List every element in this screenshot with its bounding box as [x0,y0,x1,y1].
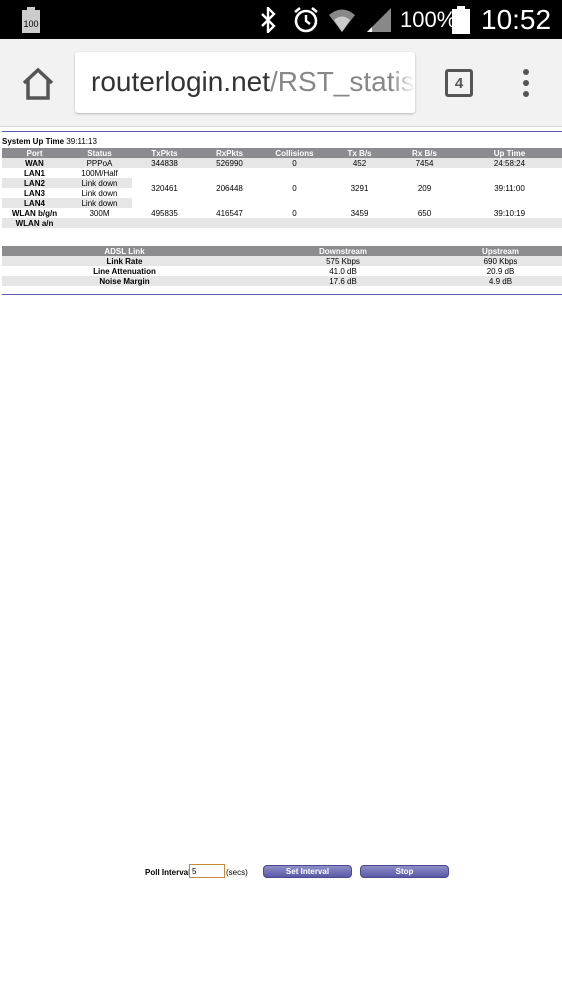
poll-interval-label: Poll Interval: [145,868,194,877]
collisions-cell: 0 [262,158,327,168]
poll-interval-unit: (secs) [226,868,248,877]
battery-icon [452,0,470,39]
bluetooth-icon [258,0,278,39]
col-header: TxPkts [132,148,197,158]
col-header: Downstream [247,246,439,256]
port-cell: LAN1 [2,168,67,178]
uptime-cell: 39:10:19 [457,208,562,218]
rxbs-cell: 650 [392,208,457,218]
cell-signal-icon [366,0,392,39]
clock-time: 10:52 [481,3,552,35]
divider-bottom [2,294,562,295]
txbs-cell: 452 [327,158,392,168]
table-row-wlan-bgn: WLAN b/g/n 300M 495835 416547 0 3459 650… [2,208,562,218]
txbs-cell: 3459 [327,208,392,218]
status-cell: 300M [67,208,132,218]
port-statistics-table: Port Status TxPkts RxPkts Collisions Tx … [2,148,562,228]
set-interval-button[interactable]: Set Interval [263,865,352,878]
table-row-link-rate: Link Rate 575 Kbps 690 Kbps [2,256,562,266]
txpkts-cell: 495835 [132,208,197,218]
status-bar: 100 100% 10:52 [0,0,562,39]
uptime-cell: 24:58:24 [457,158,562,168]
txbs-cell: 3291 [327,168,392,208]
upstream-cell: 4.9 dB [439,276,562,286]
divider-top [2,131,562,132]
upstream-cell: 690 Kbps [439,256,562,266]
battery-notification-text: 100 [23,19,38,29]
col-header: Upstream [439,246,562,256]
col-header: Collisions [262,148,327,158]
table-header-row: ADSL Link Downstream Upstream [2,246,562,256]
system-uptime: System Up Time 39:11:13 [2,137,97,146]
rxbs-cell: 209 [392,168,457,208]
port-cell: WLAN b/g/n [2,208,67,218]
overflow-menu-icon[interactable] [518,69,534,99]
rxpkts-cell: 526990 [197,158,262,168]
col-header: RxPkts [197,148,262,158]
alarm-clock-icon [292,0,320,39]
port-cell: WAN [2,158,67,168]
browser-toolbar: routerlogin.net/RST_statis 4 [0,39,562,127]
table-row-wlan-an: WLAN a/n [2,218,562,228]
status-cell: Link down [67,188,132,198]
rxpkts-cell: 416547 [197,208,262,218]
status-cell: PPPoA [67,158,132,168]
col-header: Port [2,148,67,158]
table-row-noise-margin: Noise Margin 17.6 dB 4.9 dB [2,276,562,286]
uptime-label: System Up Time [2,137,65,146]
txpkts-cell: 320461 [132,168,197,208]
table-header-row: Port Status TxPkts RxPkts Collisions Tx … [2,148,562,158]
port-cell: WLAN a/n [2,218,67,228]
port-cell: LAN3 [2,188,67,198]
url-host: routerlogin.net [91,66,271,97]
collisions-cell: 0 [262,168,327,208]
rxbs-cell: 7454 [392,158,457,168]
adsl-link-table: ADSL Link Downstream Upstream Link Rate … [2,246,562,286]
status-cell: Link down [67,178,132,188]
table-row-wan: WAN PPPoA 344838 526990 0 452 7454 24:58… [2,158,562,168]
downstream-cell: 575 Kbps [247,256,439,266]
row-label: Line Attenuation [93,266,156,276]
col-header: Up Time [457,148,562,158]
downstream-cell: 41.0 dB [329,266,357,276]
status-cell: Link down [67,198,132,208]
downstream-cell: 17.6 dB [247,276,439,286]
col-header: Tx B/s [327,148,392,158]
row-label: Link Rate [2,256,247,266]
poll-interval-controls: Poll Interval: (secs) Set Interval Stop [0,864,562,884]
table-row-lan1: LAN1 100M/Half 320461 206448 0 3291 209 … [2,168,562,208]
home-icon[interactable] [20,66,56,102]
rxpkts-cell: 206448 [197,168,262,208]
battery-100-notification-icon: 100 [22,7,40,33]
wifi-icon [328,0,356,39]
port-cell: LAN2 [2,178,67,188]
table-row-line-attenuation: Line Attenuation 41.0 dB 20.9 dB [2,266,562,276]
tab-switcher-button[interactable]: 4 [445,69,473,97]
uptime-value: 39:11:13 [66,137,97,146]
row-label: Noise Margin [2,276,247,286]
stop-button[interactable]: Stop [360,865,449,878]
battery-percent: 100% [400,6,457,32]
collisions-cell: 0 [262,208,327,218]
address-bar[interactable]: routerlogin.net/RST_statis [75,52,415,113]
col-header: Rx B/s [392,148,457,158]
col-header: ADSL Link [2,246,247,256]
status-cell: 100M/Half [67,168,132,178]
poll-interval-input[interactable] [189,864,225,878]
col-header: Status [67,148,132,158]
port-cell: LAN4 [2,198,67,208]
txpkts-cell: 344838 [132,158,197,168]
uptime-cell: 39:11:00 [457,168,562,208]
upstream-cell: 20.9 dB [486,266,515,276]
